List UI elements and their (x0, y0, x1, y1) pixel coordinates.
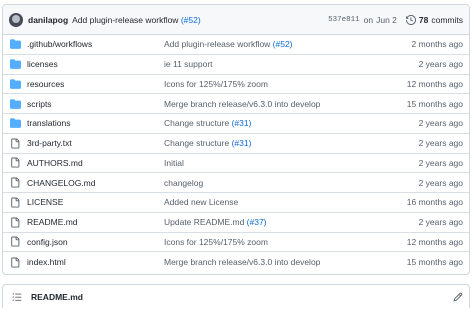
file-commit-date: 12 months ago (406, 78, 463, 89)
file-row[interactable]: LICENSE Added new License 16 months ago (3, 193, 469, 213)
file-name-link[interactable]: LICENSE (27, 197, 164, 207)
file-commit-date: 15 months ago (406, 98, 463, 109)
file-icon (3, 177, 27, 188)
history-icon (405, 14, 416, 25)
file-commit-date: 2 years ago (418, 177, 463, 188)
folder-icon (3, 118, 27, 129)
file-commit-message[interactable]: Icons for 125%/175% zoom (164, 237, 407, 247)
file-name-link[interactable]: .github/workflows (27, 39, 164, 49)
file-commit-message[interactable]: Icons for 125%/175% zoom (164, 79, 407, 89)
readme-title[interactable]: README.md (31, 292, 453, 302)
file-commit-date: 2 years ago (418, 59, 463, 70)
folder-icon (3, 59, 27, 69)
file-row[interactable]: README.md Update README.md (#37) 2 years a… (3, 213, 469, 233)
file-row[interactable]: scripts Merge branch release/v6.3.0 into … (3, 94, 469, 114)
file-row[interactable]: index.html Merge branch release/v6.3.0 in… (3, 252, 469, 272)
commit-sha[interactable]: 537e811 (328, 16, 360, 24)
file-commit-date: 2 years ago (418, 138, 463, 149)
file-name-link[interactable]: AUTHORS.md (27, 158, 164, 168)
history-link[interactable]: 78 commits (405, 14, 463, 25)
file-commit-message[interactable]: Update README.md (#37) (164, 217, 419, 227)
file-commit-message[interactable]: Add plugin-release workflow (#52) (164, 39, 411, 49)
file-commit-message[interactable]: Change structure (#31) (164, 138, 419, 148)
file-row[interactable]: 3rd-party.txt Change structure (#31) 2 yea… (3, 134, 469, 154)
file-name-link[interactable]: CHANGELOG.md (27, 178, 164, 188)
readme-header: README.md (2, 284, 470, 308)
commit-message-text[interactable]: Update README.md (164, 217, 247, 227)
folder-icon (3, 79, 27, 89)
file-commit-message[interactable]: changelog (164, 178, 419, 188)
avatar[interactable] (9, 12, 23, 27)
file-icon (3, 217, 27, 228)
file-name-link[interactable]: 3rd-party.txt (27, 138, 164, 148)
commit-message-text[interactable]: changelog (164, 178, 203, 188)
pr-link[interactable]: (#31) (232, 118, 252, 128)
file-name-link[interactable]: translations (27, 118, 164, 128)
file-row[interactable]: config.json Icons for 125%/175% zoom 12 mo… (3, 233, 469, 253)
file-icon (3, 138, 27, 149)
commit-message-text[interactable]: Change structure (164, 138, 232, 148)
file-name-link[interactable]: index.html (27, 257, 164, 267)
commit-message-text[interactable]: Initial (164, 158, 184, 168)
pencil-icon[interactable] (453, 292, 463, 302)
commit-message-text[interactable]: Merge branch release/v6.3.0 into develop (164, 99, 320, 109)
commit-count: 78 (418, 14, 429, 25)
pr-link[interactable]: (#31) (232, 138, 252, 148)
file-commit-date: 12 months ago (406, 236, 463, 247)
commit-message-text[interactable]: ie 11 support (164, 59, 213, 69)
file-row[interactable]: AUTHORS.md Initial 2 years ago (3, 154, 469, 174)
file-commit-message[interactable]: Change structure (#31) (164, 118, 419, 128)
commit-date[interactable]: Jun 2 (376, 15, 397, 25)
folder-icon (3, 39, 27, 50)
file-icon (3, 197, 27, 208)
folder-icon (3, 98, 27, 109)
file-row[interactable]: translations Change structure (#31) 2 year… (3, 114, 469, 134)
file-icon (3, 236, 27, 247)
commit-message-text[interactable]: Add plugin-release workflow (164, 39, 273, 49)
file-commit-date: 2 months ago (411, 39, 463, 50)
commit-pr-link[interactable]: (#52) (181, 15, 201, 25)
file-commit-message[interactable]: Added new License (164, 197, 407, 207)
file-name-link[interactable]: licenses (27, 59, 164, 69)
commit-message-text[interactable]: Icons for 125%/175% zoom (164, 237, 268, 247)
file-commit-message[interactable]: Merge branch release/v6.3.0 into develop (164, 99, 407, 109)
commit-message[interactable]: Add plugin-release workflow (72, 15, 178, 25)
file-name-link[interactable]: scripts (27, 99, 164, 109)
commit-on-label: on (363, 14, 374, 25)
pr-link[interactable]: (#37) (247, 217, 267, 227)
file-commit-date: 15 months ago (406, 257, 463, 268)
file-commit-date: 2 years ago (418, 118, 463, 129)
commits-label: commits (431, 14, 463, 25)
file-row[interactable]: licenses ie 11 support 2 years ago (3, 55, 469, 75)
file-icon (3, 257, 27, 268)
file-commit-message[interactable]: Initial (164, 158, 419, 168)
latest-commit-bar: danilapog Add plugin-release workflow (#… (3, 5, 469, 35)
commit-message-text[interactable]: Added new License (164, 197, 238, 207)
file-row[interactable]: CHANGELOG.md changelog 2 years ago (3, 173, 469, 193)
file-name-link[interactable]: resources (27, 79, 164, 89)
file-row[interactable]: resources Icons for 125%/175% zoom 12 mont… (3, 75, 469, 95)
file-name-link[interactable]: config.json (27, 237, 164, 247)
file-commit-date: 2 years ago (418, 157, 463, 168)
list-unordered-icon[interactable] (12, 292, 22, 302)
file-commit-date: 2 years ago (418, 217, 463, 228)
commit-author[interactable]: danilapog (28, 15, 68, 25)
file-commit-date: 16 months ago (406, 197, 463, 208)
pr-link[interactable]: (#52) (273, 39, 293, 49)
file-row[interactable]: .github/workflows Add plugin-release work… (3, 35, 469, 55)
commit-message-text[interactable]: Change structure (164, 118, 232, 128)
file-commit-message[interactable]: ie 11 support (164, 59, 419, 69)
file-name-link[interactable]: README.md (27, 217, 164, 227)
file-browser: danilapog Add plugin-release workflow (#… (2, 4, 470, 275)
file-icon (3, 157, 27, 168)
commit-message-text[interactable]: Icons for 125%/175% zoom (164, 79, 268, 89)
commit-message-text[interactable]: Merge branch release/v6.3.0 into develop (164, 257, 320, 267)
file-list: .github/workflows Add plugin-release work… (3, 35, 469, 272)
file-commit-message[interactable]: Merge branch release/v6.3.0 into develop (164, 257, 407, 267)
